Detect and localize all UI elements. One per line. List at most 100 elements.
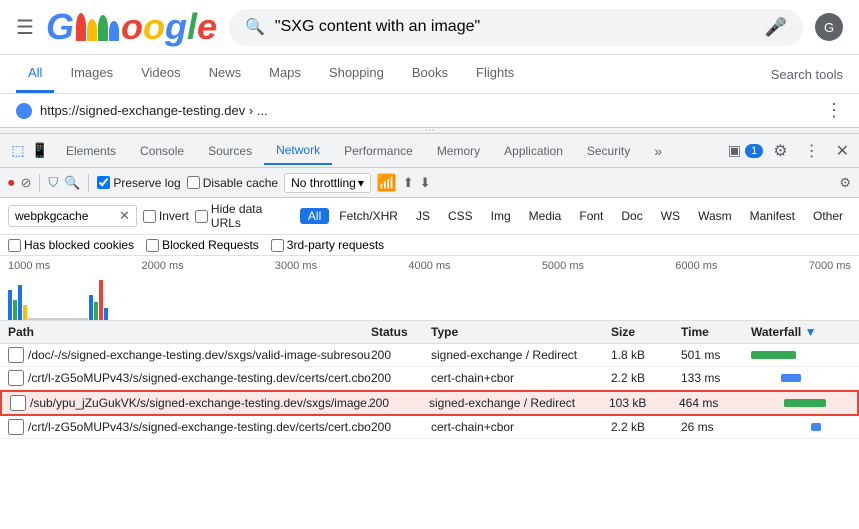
col-waterfall[interactable]: Waterfall ▼ (751, 325, 851, 339)
import-icon[interactable]: ⬆ (403, 175, 414, 191)
tab-maps[interactable]: Maps (257, 55, 313, 93)
type-wasm[interactable]: Wasm (690, 208, 740, 224)
search-icon[interactable]: 🔍 (64, 175, 80, 191)
row4-size: 2.2 kB (611, 420, 681, 434)
type-font[interactable]: Font (571, 208, 611, 224)
search-input[interactable] (275, 18, 765, 36)
row4-status: 200 (371, 420, 431, 434)
has-blocked-label: Has blocked cookies (24, 238, 134, 252)
search-bar: 🔍 🎤 (229, 9, 803, 46)
col-size[interactable]: Size (611, 325, 681, 339)
col-path[interactable]: Path (8, 325, 371, 339)
table-row-highlighted[interactable]: /sub/ypu_jZuGukVK/s/signed-exchange-test… (0, 390, 859, 416)
has-blocked-cookies-checkbox[interactable]: Has blocked cookies (8, 238, 134, 252)
tl-label-5: 5000 ms (542, 260, 584, 272)
record-icon[interactable]: ⏺ (8, 175, 15, 191)
devtools-close-icon[interactable]: ✕ (830, 141, 855, 161)
online-icon[interactable]: 📶 (377, 173, 397, 193)
console-badge: 1 (745, 144, 763, 158)
result-more-icon[interactable]: ⋮ (825, 100, 843, 121)
third-party-input[interactable] (271, 239, 284, 252)
tab-console[interactable]: Console (128, 138, 196, 164)
export-icon[interactable]: ⬇ (420, 175, 431, 191)
tab-application[interactable]: Application (492, 138, 575, 164)
row4-checkbox[interactable] (8, 419, 24, 435)
device-icon[interactable]: 📱 (30, 141, 50, 161)
avatar[interactable]: G (815, 13, 843, 41)
blocked-requests-checkbox[interactable]: Blocked Requests (146, 238, 259, 252)
tab-news[interactable]: News (197, 55, 254, 93)
table-row[interactable]: /crt/l-zG5oMUPv43/s/signed-exchange-test… (0, 367, 859, 390)
inspect-icon[interactable]: ⬚ (8, 141, 28, 161)
type-css[interactable]: CSS (440, 208, 481, 224)
result-url[interactable]: https://signed-exchange-testing.dev › ..… (40, 103, 268, 118)
search-tools-button[interactable]: Search tools (771, 67, 843, 82)
tab-sources[interactable]: Sources (196, 138, 264, 164)
row1-checkbox[interactable] (8, 347, 24, 363)
tl-label-3: 3000 ms (275, 260, 317, 272)
type-doc[interactable]: Doc (613, 208, 650, 224)
type-media[interactable]: Media (521, 208, 570, 224)
tab-images[interactable]: Images (58, 55, 125, 93)
disable-cache-input[interactable] (187, 176, 200, 189)
filter-clear-icon[interactable]: ✕ (119, 208, 130, 224)
timeline-bars (0, 275, 859, 320)
hide-data-urls-input[interactable] (195, 210, 208, 223)
tab-shopping[interactable]: Shopping (317, 55, 396, 93)
network-settings-icon[interactable]: ⚙ (839, 175, 851, 190)
type-img[interactable]: Img (483, 208, 519, 224)
clear-icon[interactable]: ⊘ (21, 175, 32, 191)
col-type[interactable]: Type (431, 325, 611, 339)
row1-status: 200 (371, 348, 431, 362)
tab-more[interactable]: » (642, 137, 674, 165)
console-badge-icon: ▣ (728, 142, 741, 159)
filter-icon[interactable]: ⛉ (48, 175, 58, 191)
tab-security[interactable]: Security (575, 138, 642, 164)
result-favicon (16, 103, 32, 119)
tab-books[interactable]: Books (400, 55, 460, 93)
tab-all[interactable]: All (16, 55, 54, 93)
type-ws[interactable]: WS (653, 208, 688, 224)
search-icon: 🔍 (245, 17, 265, 37)
third-party-label: 3rd-party requests (287, 238, 384, 252)
throttle-selector[interactable]: No throttling ▾ (284, 173, 371, 193)
preserve-log-input[interactable] (97, 176, 110, 189)
tab-network[interactable]: Network (264, 137, 332, 165)
devtools-more-icon[interactable]: ⋮ (798, 141, 826, 161)
type-js[interactable]: JS (408, 208, 438, 224)
row3-type: signed-exchange / Redirect (429, 396, 609, 410)
tab-performance[interactable]: Performance (332, 138, 425, 164)
filter-input[interactable] (15, 209, 115, 223)
col-time[interactable]: Time (681, 325, 751, 339)
hamburger-icon[interactable]: ☰ (16, 15, 34, 40)
throttle-chevron: ▾ (358, 176, 364, 190)
throttle-label: No throttling (291, 176, 356, 190)
col-status[interactable]: Status (371, 325, 431, 339)
disable-cache-checkbox[interactable]: Disable cache (187, 176, 278, 190)
tab-elements[interactable]: Elements (54, 138, 128, 164)
tab-memory[interactable]: Memory (425, 138, 492, 164)
hide-data-urls-checkbox[interactable]: Hide data URLs (195, 202, 294, 230)
mic-icon[interactable]: 🎤 (765, 17, 787, 38)
preserve-log-checkbox[interactable]: Preserve log (97, 176, 180, 190)
sort-icon: ▼ (805, 325, 817, 339)
has-blocked-cookies-input[interactable] (8, 239, 21, 252)
devtools-settings-icon[interactable]: ⚙ (767, 141, 793, 161)
tab-videos[interactable]: Videos (129, 55, 193, 93)
table-row[interactable]: /doc/-/s/signed-exchange-testing.dev/sxg… (0, 344, 859, 367)
type-fetchxhr[interactable]: Fetch/XHR (331, 208, 406, 224)
row3-checkbox[interactable] (10, 395, 26, 411)
invert-checkbox[interactable]: Invert (143, 209, 189, 223)
type-manifest[interactable]: Manifest (742, 208, 803, 224)
row2-checkbox[interactable] (8, 370, 24, 386)
row3-waterfall (749, 399, 849, 407)
blocked-requests-input[interactable] (146, 239, 159, 252)
type-other[interactable]: Other (805, 208, 851, 224)
invert-input[interactable] (143, 210, 156, 223)
third-party-checkbox[interactable]: 3rd-party requests (271, 238, 384, 252)
tl-label-1: 1000 ms (8, 260, 50, 272)
table-row[interactable]: /crt/l-zG5oMUPv43/s/signed-exchange-test… (0, 416, 859, 439)
invert-label: Invert (159, 209, 189, 223)
tab-flights[interactable]: Flights (464, 55, 526, 93)
type-all[interactable]: All (300, 208, 329, 224)
